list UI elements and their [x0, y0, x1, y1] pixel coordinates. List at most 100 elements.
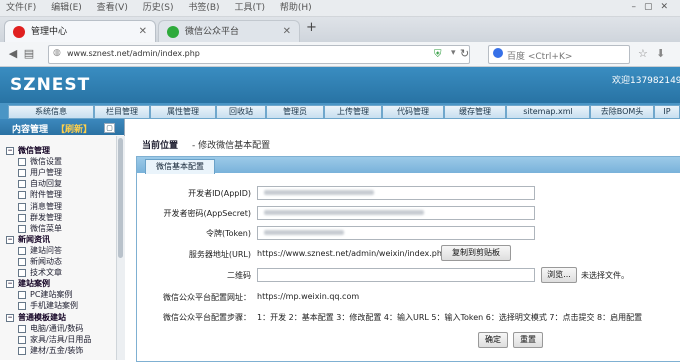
menu-tools[interactable]: 工具(T) [234, 0, 265, 16]
browse-button[interactable]: 浏览... [541, 267, 577, 283]
sidebar-scrollbar[interactable] [116, 136, 125, 360]
sidebar-item-label: 微信菜单 [30, 223, 62, 233]
site-header: SZNEST 欢迎13798214959 [0, 67, 680, 103]
close-tab-icon[interactable]: ✕ [283, 21, 291, 43]
globe-icon: ◍ [53, 48, 61, 58]
sidebar-item[interactable]: 建材/五金/装饰 [0, 346, 115, 356]
nav-cache-manage[interactable]: 缓存管理 [444, 105, 506, 119]
back-icon[interactable]: ◀ [6, 47, 20, 61]
sidebar-item[interactable]: 新闻动态 [0, 257, 115, 267]
sidebar-item-label: 自动回复 [30, 179, 62, 189]
panel-header: 微信基本配置 [137, 157, 680, 174]
sidebar-group[interactable]: − 新闻资讯 [0, 235, 115, 245]
tab-wechat-platform[interactable]: 微信公众平台 ✕ [158, 20, 300, 43]
tab-label: 管理中心 [31, 27, 68, 37]
sidebar-item[interactable]: 建站问答 [0, 246, 115, 256]
nav-ip[interactable]: IP [654, 105, 680, 119]
sidebar-group[interactable]: − 微信管理 [0, 146, 115, 156]
maximize-icon[interactable]: ▢ [644, 2, 661, 12]
sidebar-item[interactable]: 用户管理 [0, 168, 115, 178]
close-tab-icon[interactable]: ✕ [139, 21, 147, 43]
sidebar-item-label: 建材/五金/装饰 [30, 345, 84, 355]
collapse-icon[interactable]: − [6, 147, 14, 155]
appsecret-redacted [264, 210, 424, 215]
breadcrumb-path: - 修改微信基本配置 [192, 141, 271, 151]
sidebar-item-label: 家具/洁具/日用品 [30, 334, 92, 344]
nav-system-info[interactable]: 系统信息 [8, 105, 94, 119]
sidebar-item[interactable]: 微信设置 [0, 157, 115, 167]
sidebar-item-label: 新闻动态 [30, 257, 62, 266]
sidebar-item[interactable]: 消息管理 [0, 202, 115, 212]
tree-leaf-icon [18, 158, 26, 167]
nav-upload-manage[interactable]: 上传管理 [324, 105, 382, 119]
menu-help[interactable]: 帮助(H) [280, 0, 312, 16]
menu-file[interactable]: 文件(F) [6, 0, 36, 16]
menu-history[interactable]: 历史(S) [143, 0, 174, 16]
nav-admins[interactable]: 管理员 [266, 105, 324, 119]
window-controls[interactable]: –▢✕ [631, 2, 676, 12]
sidebar-group[interactable]: − 普通模板建站 [0, 313, 115, 323]
tree-leaf-icon [18, 169, 26, 178]
menu-view[interactable]: 查看(V) [97, 0, 128, 16]
sidebar-item[interactable]: 附件管理 [0, 190, 115, 200]
sidebar-item-label: PC建站案例 [30, 290, 73, 300]
nav-column-manage[interactable]: 栏目管理 [94, 105, 150, 119]
platform-url-link[interactable]: https://mp.weixin.qq.com [257, 292, 359, 301]
collapse-icon[interactable]: − [6, 280, 14, 289]
sidebar-item[interactable]: 技术文章 [0, 268, 115, 278]
collapse-icon[interactable]: − [6, 313, 14, 322]
page-icon: ▤ [23, 47, 35, 60]
nav-attribute-manage[interactable]: 属性管理 [150, 105, 216, 119]
sidebar-item[interactable]: 自动回复 [0, 179, 115, 189]
sidebar-item-label: 手机建站案例 [30, 301, 78, 311]
sidebar-scroll-thumb[interactable] [118, 138, 123, 258]
tab-admin-center[interactable]: 管理中心 ✕ [4, 20, 156, 43]
appid-redacted [264, 190, 374, 195]
search-input[interactable]: 百度 <Ctrl+K> [488, 45, 630, 64]
shield-icon[interactable]: ⛨ [434, 49, 442, 60]
url-dropdown-icon[interactable]: ▾ [451, 48, 456, 58]
new-tab-button[interactable]: + [306, 20, 317, 35]
ok-button[interactable]: 确定 [478, 332, 508, 348]
nav-recycle-bin[interactable]: 回收站 [216, 105, 266, 119]
sidebar-item[interactable]: 手机建站案例 [0, 301, 115, 311]
site-favicon-icon [13, 26, 25, 38]
token-label: 令牌(Token) [205, 229, 251, 238]
breadcrumb-prefix: 当前位置 [142, 141, 179, 151]
sidebar-item-label: 消息管理 [30, 201, 62, 211]
sidebar-item[interactable]: 微信菜单 [0, 224, 115, 234]
download-icon[interactable]: ⬇ [656, 47, 665, 60]
bookmark-star-icon[interactable]: ☆ [638, 47, 648, 60]
sidebar-item-label: 群发管理 [30, 212, 62, 222]
sidebar-item[interactable]: PC建站案例 [0, 290, 115, 300]
minimize-icon[interactable]: – [631, 2, 644, 12]
copy-to-clipboard-button[interactable]: 复制到剪贴板 [441, 245, 511, 261]
sidebar-item[interactable]: 电脑/通讯/数码 [0, 324, 115, 334]
collapse-icon[interactable]: − [6, 235, 14, 244]
panel-tab[interactable]: 微信基本配置 [145, 159, 215, 174]
tree-leaf-icon [18, 335, 26, 344]
sidebar-group[interactable]: − 建站案例 [0, 279, 115, 289]
tree-leaf-icon [18, 324, 26, 333]
url-bar[interactable]: ◍ www.sznest.net/admin/index.php ⛨ ▾ ↻ [48, 45, 470, 64]
nav-sitemap[interactable]: sitemap.xml [506, 105, 590, 119]
steps-text: 1：开发 2：基本配置 3：修改配置 4：输入URL 5：输入Token 6：选… [257, 313, 643, 322]
menu-bookmarks[interactable]: 书签(B) [188, 0, 219, 16]
token-input[interactable] [257, 226, 535, 240]
site-logo: SZNEST [10, 75, 91, 95]
tab-label: 微信公众平台 [185, 27, 240, 37]
nav-remove-bom[interactable]: 去除BOM头 [590, 105, 654, 119]
sidebar-tree: − 微信管理 微信设置 用户管理 自动回复 附件管理 消息管理 群发管理 微信菜单 − 新闻资讯 建站… [0, 119, 116, 360]
sidebar-item-label: 用户管理 [30, 168, 62, 178]
reset-button[interactable]: 重置 [513, 332, 543, 348]
sidebar-item[interactable]: 家具/洁具/日用品 [0, 335, 115, 345]
appid-input[interactable] [257, 186, 535, 200]
menu-edit[interactable]: 编辑(E) [51, 0, 82, 16]
qrcode-path-input[interactable] [257, 268, 535, 282]
appsecret-input[interactable] [257, 206, 535, 220]
refresh-icon[interactable]: ↻ [460, 47, 469, 60]
nav-code-manage[interactable]: 代码管理 [382, 105, 444, 119]
close-icon[interactable]: ✕ [660, 2, 676, 12]
tree-leaf-icon [18, 258, 26, 266]
sidebar-item[interactable]: 群发管理 [0, 213, 115, 223]
